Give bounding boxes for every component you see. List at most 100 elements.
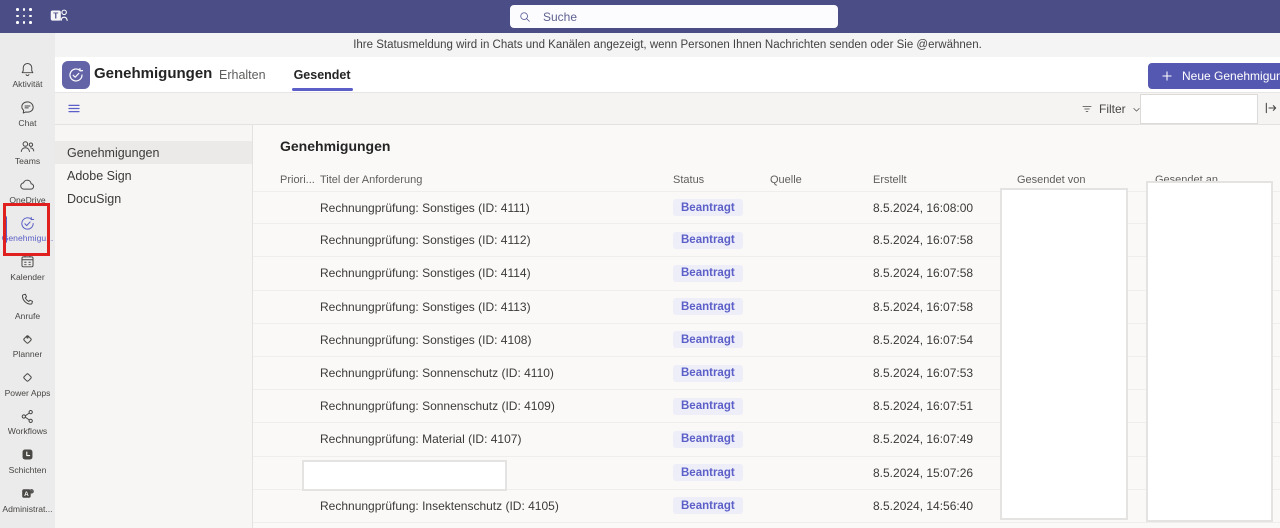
status-badge: Beantragt xyxy=(673,398,743,415)
rail-item-label: Kalender xyxy=(10,272,44,282)
cell-erstellt: 8.5.2024, 16:07:51 xyxy=(873,399,1017,413)
rail-item-anrufe[interactable]: Anrufe xyxy=(0,292,55,331)
rail-item-label: Anrufe xyxy=(15,311,40,321)
rail-item-workflows[interactable]: Workflows xyxy=(0,407,55,446)
toolbar: Filter xyxy=(55,93,1280,125)
rail-item-label: Workflows xyxy=(8,426,47,436)
rail-item-teams[interactable]: Teams xyxy=(0,137,55,176)
status-badge: Beantragt xyxy=(673,232,743,249)
rail-item-label: Aktivität xyxy=(12,79,42,89)
rail-item-planner[interactable]: Planner xyxy=(0,330,55,369)
rail-item-schichten[interactable]: Schichten xyxy=(0,446,55,485)
annotation-red-box xyxy=(3,203,50,256)
teams-logo-icon: T xyxy=(48,5,70,27)
search-box[interactable] xyxy=(510,5,838,28)
redaction-box-gesendet-an xyxy=(1146,181,1273,522)
workflows-icon xyxy=(19,408,36,425)
cell-title: Rechnungprüfung: Insektenschutz (ID: 410… xyxy=(320,499,673,513)
approvals-sidenav: GenehmigungenAdobe SignDocuSign xyxy=(55,125,253,528)
status-badge: Beantragt xyxy=(673,497,743,514)
redaction-box-row-title xyxy=(302,460,507,491)
new-approval-request-button[interactable]: Neue Genehmigungsan xyxy=(1148,63,1280,89)
tab-gesendet[interactable]: Gesendet xyxy=(280,57,365,93)
status-message-text: Ihre Statusmeldung wird in Chats und Kan… xyxy=(353,39,982,51)
status-badge: Beantragt xyxy=(673,464,743,481)
cell-title: Rechnungprüfung: Sonnenschutz (ID: 4109) xyxy=(320,399,673,413)
filter-label: Filter xyxy=(1099,102,1126,116)
column-header: Gesendet von xyxy=(1017,174,1155,186)
app-launcher-waffle-icon[interactable] xyxy=(16,8,33,25)
cell-status: Beantragt xyxy=(673,497,770,514)
filter-icon xyxy=(1080,102,1094,116)
cell-title: Rechnungprüfung: Sonstiges (ID: 4111) xyxy=(320,201,673,215)
rail-item-power-apps[interactable]: Power Apps xyxy=(0,369,55,408)
header-tabs: ErhaltenGesendet xyxy=(205,57,365,93)
cell-status: Beantragt xyxy=(673,431,770,448)
cell-status: Beantragt xyxy=(673,298,770,315)
cell-erstellt: 8.5.2024, 16:07:53 xyxy=(873,366,1017,380)
top-bar: T xyxy=(0,0,1280,33)
redaction-box-search-field xyxy=(1140,94,1258,124)
search-icon xyxy=(518,10,532,24)
bell-icon xyxy=(19,61,36,78)
cell-erstellt: 8.5.2024, 16:07:58 xyxy=(873,300,1017,314)
cell-title: Rechnungprüfung: Sonstiges (ID: 4113) xyxy=(320,300,673,314)
status-badge: Beantragt xyxy=(673,298,743,315)
app-header: Genehmigungen ErhaltenGesendet Neue Gene… xyxy=(55,57,1280,93)
rail-item-administrat[interactable]: A Administrat... xyxy=(0,485,55,524)
cell-erstellt: 8.5.2024, 16:07:49 xyxy=(873,432,1017,446)
planner-icon xyxy=(19,331,36,348)
teams-window: T Ihre Statusmeldung wird in Chats und K… xyxy=(0,0,1280,528)
cloud-icon xyxy=(19,176,36,193)
cell-status: Beantragt xyxy=(673,464,770,481)
admin-icon: A xyxy=(19,485,36,502)
power-apps-icon xyxy=(19,369,36,386)
calendar-icon xyxy=(19,253,36,270)
status-badge: Beantragt xyxy=(673,431,743,448)
cell-title: Rechnungprüfung: Sonstiges (ID: 4112) xyxy=(320,233,673,247)
svg-text:A: A xyxy=(24,491,29,498)
rail-item-label: Administrat... xyxy=(2,504,52,514)
rail-item-chat[interactable]: Chat xyxy=(0,99,55,138)
cell-erstellt: 8.5.2024, 15:07:26 xyxy=(873,466,1017,480)
cell-status: Beantragt xyxy=(673,365,770,382)
app-rail: AktivitätChatTeamsOneDriveGenehmigu...Ka… xyxy=(0,33,55,528)
sidenav-item-genehmigungen[interactable]: Genehmigungen xyxy=(55,141,252,164)
cell-erstellt: 8.5.2024, 16:07:54 xyxy=(873,333,1017,347)
rail-item-label: Chat xyxy=(18,118,36,128)
rail-item-kalender[interactable]: Kalender xyxy=(0,253,55,292)
sidenav-item-docusign[interactable]: DocuSign xyxy=(55,187,252,210)
open-details-pane-icon[interactable] xyxy=(1263,100,1279,116)
cell-erstellt: 8.5.2024, 14:56:40 xyxy=(873,499,1017,513)
search-input[interactable] xyxy=(541,9,830,25)
status-badge: Beantragt xyxy=(673,365,743,382)
people-icon xyxy=(19,138,36,155)
chat-icon xyxy=(19,99,36,116)
cell-erstellt: 8.5.2024, 16:07:58 xyxy=(873,233,1017,247)
cell-title: Rechnungprüfung: Material (ID: 4107) xyxy=(320,432,673,446)
rail-item-label: Planner xyxy=(13,349,43,359)
phone-icon xyxy=(19,292,36,309)
column-header: Titel der Anforderung xyxy=(320,174,673,186)
sidenav-item-adobe-sign[interactable]: Adobe Sign xyxy=(55,164,252,187)
cell-status: Beantragt xyxy=(673,331,770,348)
column-header: Erstellt xyxy=(873,174,1017,186)
status-message-banner: Ihre Statusmeldung wird in Chats und Kan… xyxy=(55,33,1280,57)
cell-erstellt: 8.5.2024, 16:07:58 xyxy=(873,266,1017,280)
rail-item-label: Power Apps xyxy=(5,388,51,398)
plus-icon xyxy=(1160,69,1174,83)
svg-text:T: T xyxy=(53,11,58,20)
tab-erhalten[interactable]: Erhalten xyxy=(205,57,280,93)
new-approval-request-label: Neue Genehmigungsan xyxy=(1182,69,1280,83)
approvals-app-icon xyxy=(62,61,90,89)
rail-item-label: Schichten xyxy=(9,465,47,475)
status-badge: Beantragt xyxy=(673,199,743,216)
table-section-title: Genehmigungen xyxy=(280,138,390,154)
cell-title: Rechnungprüfung: Sonstiges (ID: 4114) xyxy=(320,266,673,280)
column-header: Quelle xyxy=(770,174,873,186)
collapse-sidenav-hamburger-icon[interactable] xyxy=(66,101,82,116)
status-badge: Beantragt xyxy=(673,265,743,282)
rail-item-aktivität[interactable]: Aktivität xyxy=(0,60,55,99)
cell-erstellt: 8.5.2024, 16:08:00 xyxy=(873,201,1017,215)
filter-button[interactable]: Filter xyxy=(1080,93,1142,125)
